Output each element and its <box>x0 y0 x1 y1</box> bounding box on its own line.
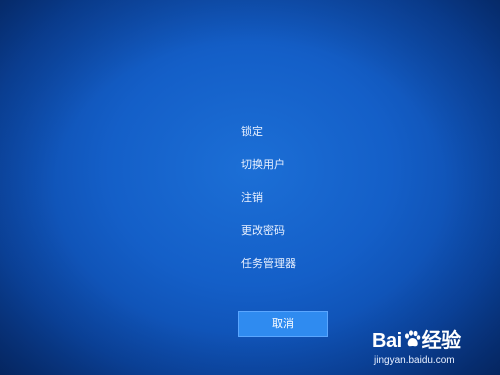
security-options-menu: 锁定 切换用户 注销 更改密码 任务管理器 <box>241 124 361 289</box>
cancel-button[interactable]: 取消 <box>238 311 328 337</box>
watermark-brand-right: 经验 <box>421 330 462 352</box>
watermark-brand-left: Bai <box>372 330 402 352</box>
ctrl-alt-del-screen: 锁定 切换用户 注销 更改密码 任务管理器 取消 Bai 经验 jingyan.… <box>0 0 500 375</box>
watermark-logo: Bai 经验 <box>372 329 492 353</box>
task-manager-option[interactable]: 任务管理器 <box>241 256 361 272</box>
lock-option[interactable]: 锁定 <box>241 124 361 140</box>
change-password-option[interactable]: 更改密码 <box>241 223 361 239</box>
paw-icon <box>403 330 421 354</box>
sign-out-option[interactable]: 注销 <box>241 190 361 206</box>
switch-user-option[interactable]: 切换用户 <box>241 157 361 173</box>
baidu-jingyan-watermark: Bai 经验 jingyan.baidu.com <box>372 329 492 369</box>
watermark-url: jingyan.baidu.com <box>374 355 455 366</box>
